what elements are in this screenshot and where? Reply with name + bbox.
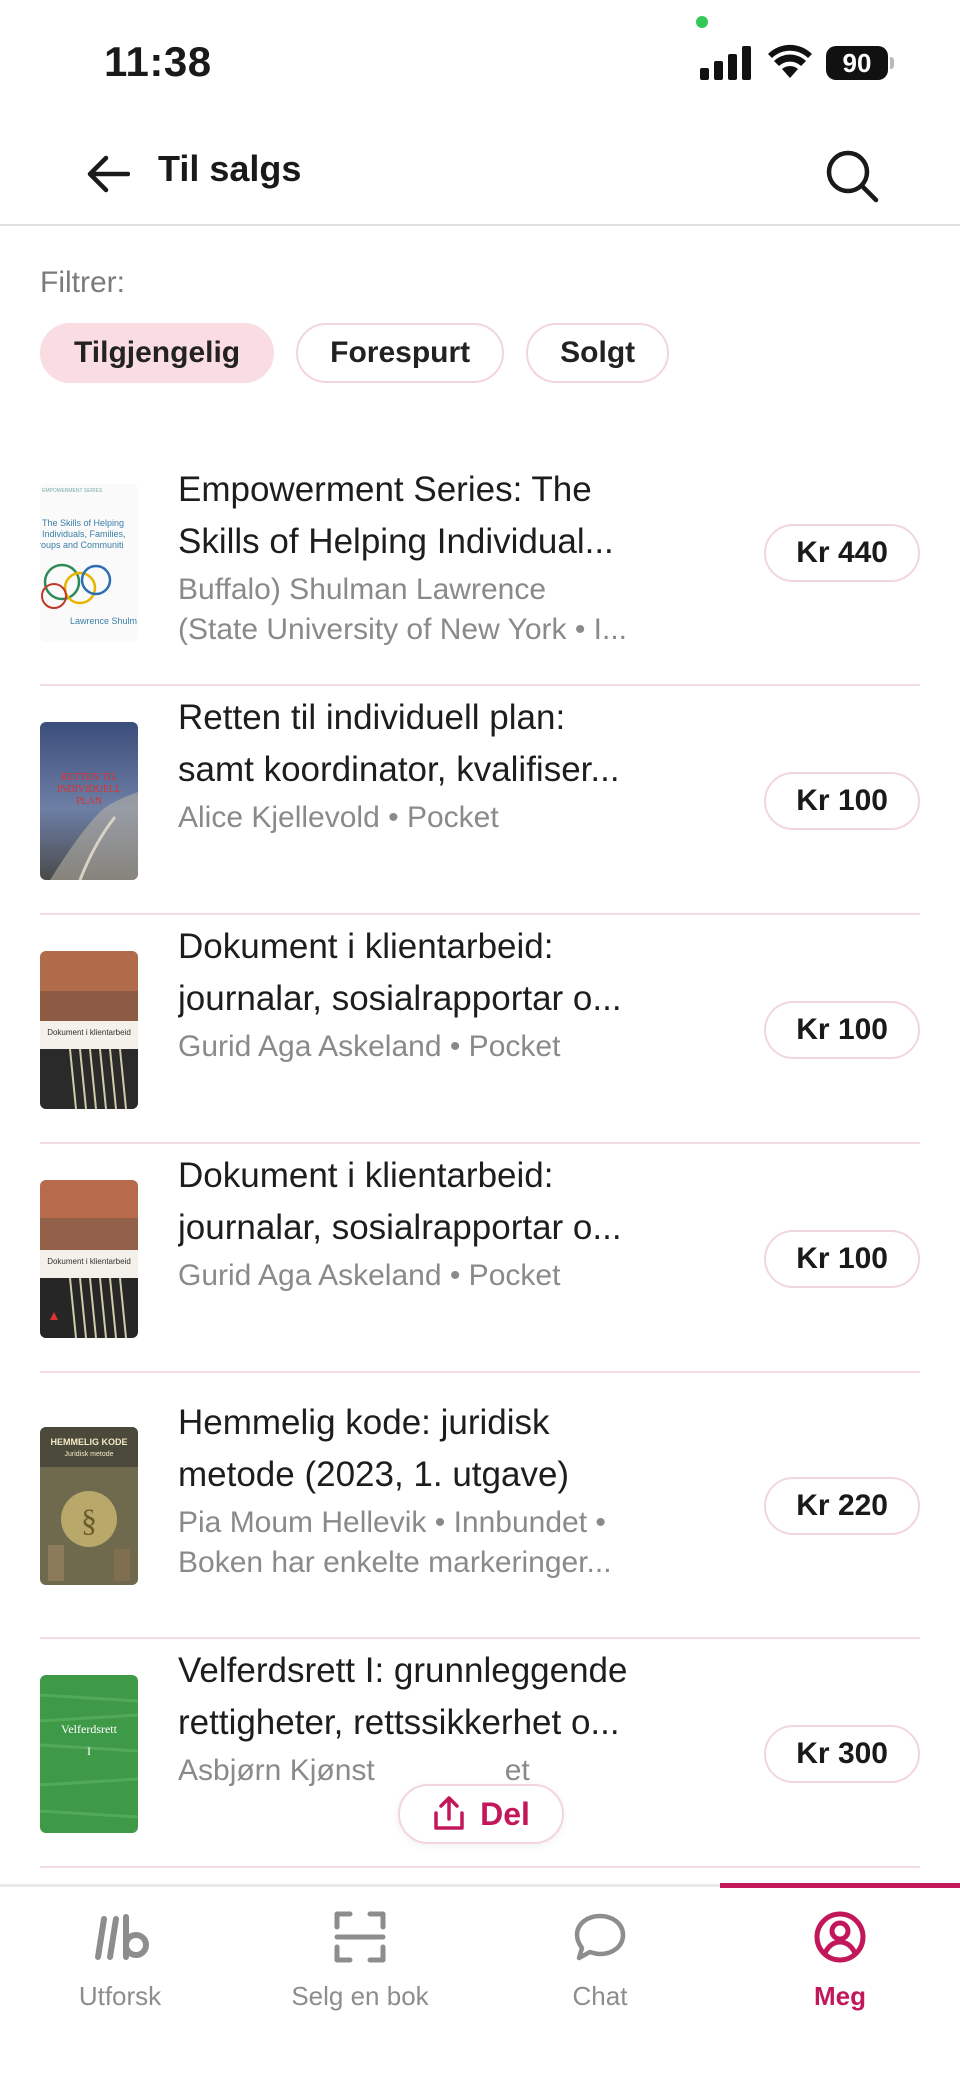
search-icon — [826, 150, 879, 203]
book-title: Retten til individuell plan: samt koordi… — [178, 698, 620, 789]
book-title: Hemmelig kode: juridisk metode (2023, 1.… — [178, 1403, 570, 1494]
book-meta: Gurid Aga Askeland • Pocket — [178, 1030, 561, 1063]
share-button[interactable]: Del — [398, 1784, 564, 1844]
svg-text:The Skills of Helping: The Skills of Helping — [42, 518, 124, 528]
svg-text:HEMMELIG KODE: HEMMELIG KODE — [50, 1437, 127, 1447]
nav-selg-en-bok[interactable]: Selg en bok — [240, 1887, 480, 2017]
scan-icon — [334, 1911, 386, 1963]
bottom-nav: Utforsk Selg en bok Chat Meg — [0, 1883, 960, 2078]
filter-label: Filtrer: — [40, 266, 125, 299]
listing-item[interactable]: HEMMELIG KODE Juridisk metode § Hemmelig… — [40, 1373, 920, 1639]
nav-label: Chat — [572, 1981, 628, 2011]
nav-meg[interactable]: Meg — [720, 1887, 960, 2017]
nav-label: Meg — [814, 1981, 866, 2011]
profile-icon — [814, 1911, 866, 1963]
price-badge: Kr 220 — [764, 1477, 920, 1535]
cellular-signal-icon — [700, 46, 751, 80]
filter-chips: Tilgjengelig Forespurt Solgt — [40, 323, 670, 383]
svg-text:Individuals, Families,: Individuals, Families, — [42, 529, 126, 539]
filter-chip-tilgjengelig[interactable]: Tilgjengelig — [40, 323, 275, 383]
book-meta: Pia Moum Hellevik • Innbundet • Boken ha… — [178, 1506, 612, 1579]
svg-text:RETTEN TIL: RETTEN TIL — [61, 772, 117, 783]
status-bar: 11:38 90 — [0, 0, 960, 120]
app-header: Til salgs — [0, 120, 960, 226]
price-badge: Kr 100 — [764, 1230, 920, 1288]
wifi-icon — [768, 44, 812, 78]
book-title: Empowerment Series: The Skills of Helpin… — [178, 470, 614, 561]
nav-utforsk[interactable]: Utforsk — [0, 1887, 240, 2017]
price-badge: Kr 100 — [764, 1001, 920, 1059]
svg-text:Lawrence Shulm: Lawrence Shulm — [70, 616, 137, 626]
svg-text:PLAN: PLAN — [76, 796, 102, 807]
arrow-left-icon — [87, 155, 130, 193]
filter-chip-forespurt[interactable]: Forespurt — [296, 323, 505, 383]
back-button[interactable] — [76, 144, 140, 204]
book-meta: Gurid Aga Askeland • Pocket — [178, 1259, 561, 1292]
svg-text:INDIVIDUELL: INDIVIDUELL — [57, 784, 121, 795]
book-meta: Alice Kjellevold • Pocket — [178, 801, 499, 834]
svg-text:§: § — [81, 1502, 97, 1538]
svg-text:I: I — [87, 1744, 91, 1758]
book-cover: Dokument i klientarbeid — [40, 1180, 138, 1338]
book-cover: RETTEN TIL INDIVIDUELL PLAN — [40, 722, 138, 880]
search-button[interactable] — [816, 140, 888, 212]
listing-item[interactable]: RETTEN TIL INDIVIDUELL PLAN Retten til i… — [40, 686, 920, 915]
battery-level: 90 — [826, 46, 888, 80]
book-title: Velferdsrett I: grunnleggende rettighete… — [178, 1651, 628, 1742]
svg-text:roups and Communiti: roups and Communiti — [40, 540, 124, 550]
book-title: Dokument i klientarbeid: journalar, sosi… — [178, 1156, 622, 1247]
share-label: Del — [480, 1795, 530, 1832]
share-icon — [434, 1796, 464, 1830]
svg-text:Juridisk metode: Juridisk metode — [64, 1451, 113, 1458]
nav-chat[interactable]: Chat — [480, 1887, 720, 2017]
filter-chip-solgt[interactable]: Solgt — [526, 323, 670, 383]
price-badge: Kr 440 — [764, 524, 920, 582]
book-cover: EMPOWERMENT SERIES The Skills of Helping… — [40, 484, 138, 642]
svg-text:Dokument i klientarbeid: Dokument i klientarbeid — [47, 1257, 131, 1266]
listing-item[interactable]: EMPOWERMENT SERIES The Skills of Helping… — [40, 440, 920, 686]
book-cover: HEMMELIG KODE Juridisk metode § — [40, 1427, 138, 1585]
camera-indicator — [696, 16, 708, 28]
listing-item[interactable]: Dokument i klientarbeid Dokument i klien… — [40, 915, 920, 1144]
book-cover: Dokument i klientarbeid — [40, 951, 138, 1109]
nav-label: Utforsk — [78, 1981, 162, 2011]
chat-bubble-icon — [574, 1913, 626, 1961]
nav-label: Selg en bok — [291, 1981, 429, 2011]
book-meta: Buffalo) Shulman Lawrence (State Univers… — [178, 573, 628, 646]
book-title: Dokument i klientarbeid: journalar, sosi… — [178, 927, 622, 1018]
svg-text:EMPOWERMENT SERIES: EMPOWERMENT SERIES — [42, 488, 103, 494]
battery-icon: 90 — [826, 46, 894, 80]
price-badge: Kr 300 — [764, 1725, 920, 1783]
book-cover: Velferdsrett I — [40, 1675, 138, 1833]
price-badge: Kr 100 — [764, 772, 920, 830]
svg-text:Velferdsrett: Velferdsrett — [61, 1722, 118, 1736]
page-title: Til salgs — [158, 148, 302, 189]
library-logo-icon — [95, 1914, 149, 1960]
status-time: 11:38 — [104, 38, 212, 85]
listing-item[interactable]: Dokument i klientarbeid Dokument i klien… — [40, 1144, 920, 1373]
svg-text:Dokument i klientarbeid: Dokument i klientarbeid — [47, 1028, 131, 1037]
